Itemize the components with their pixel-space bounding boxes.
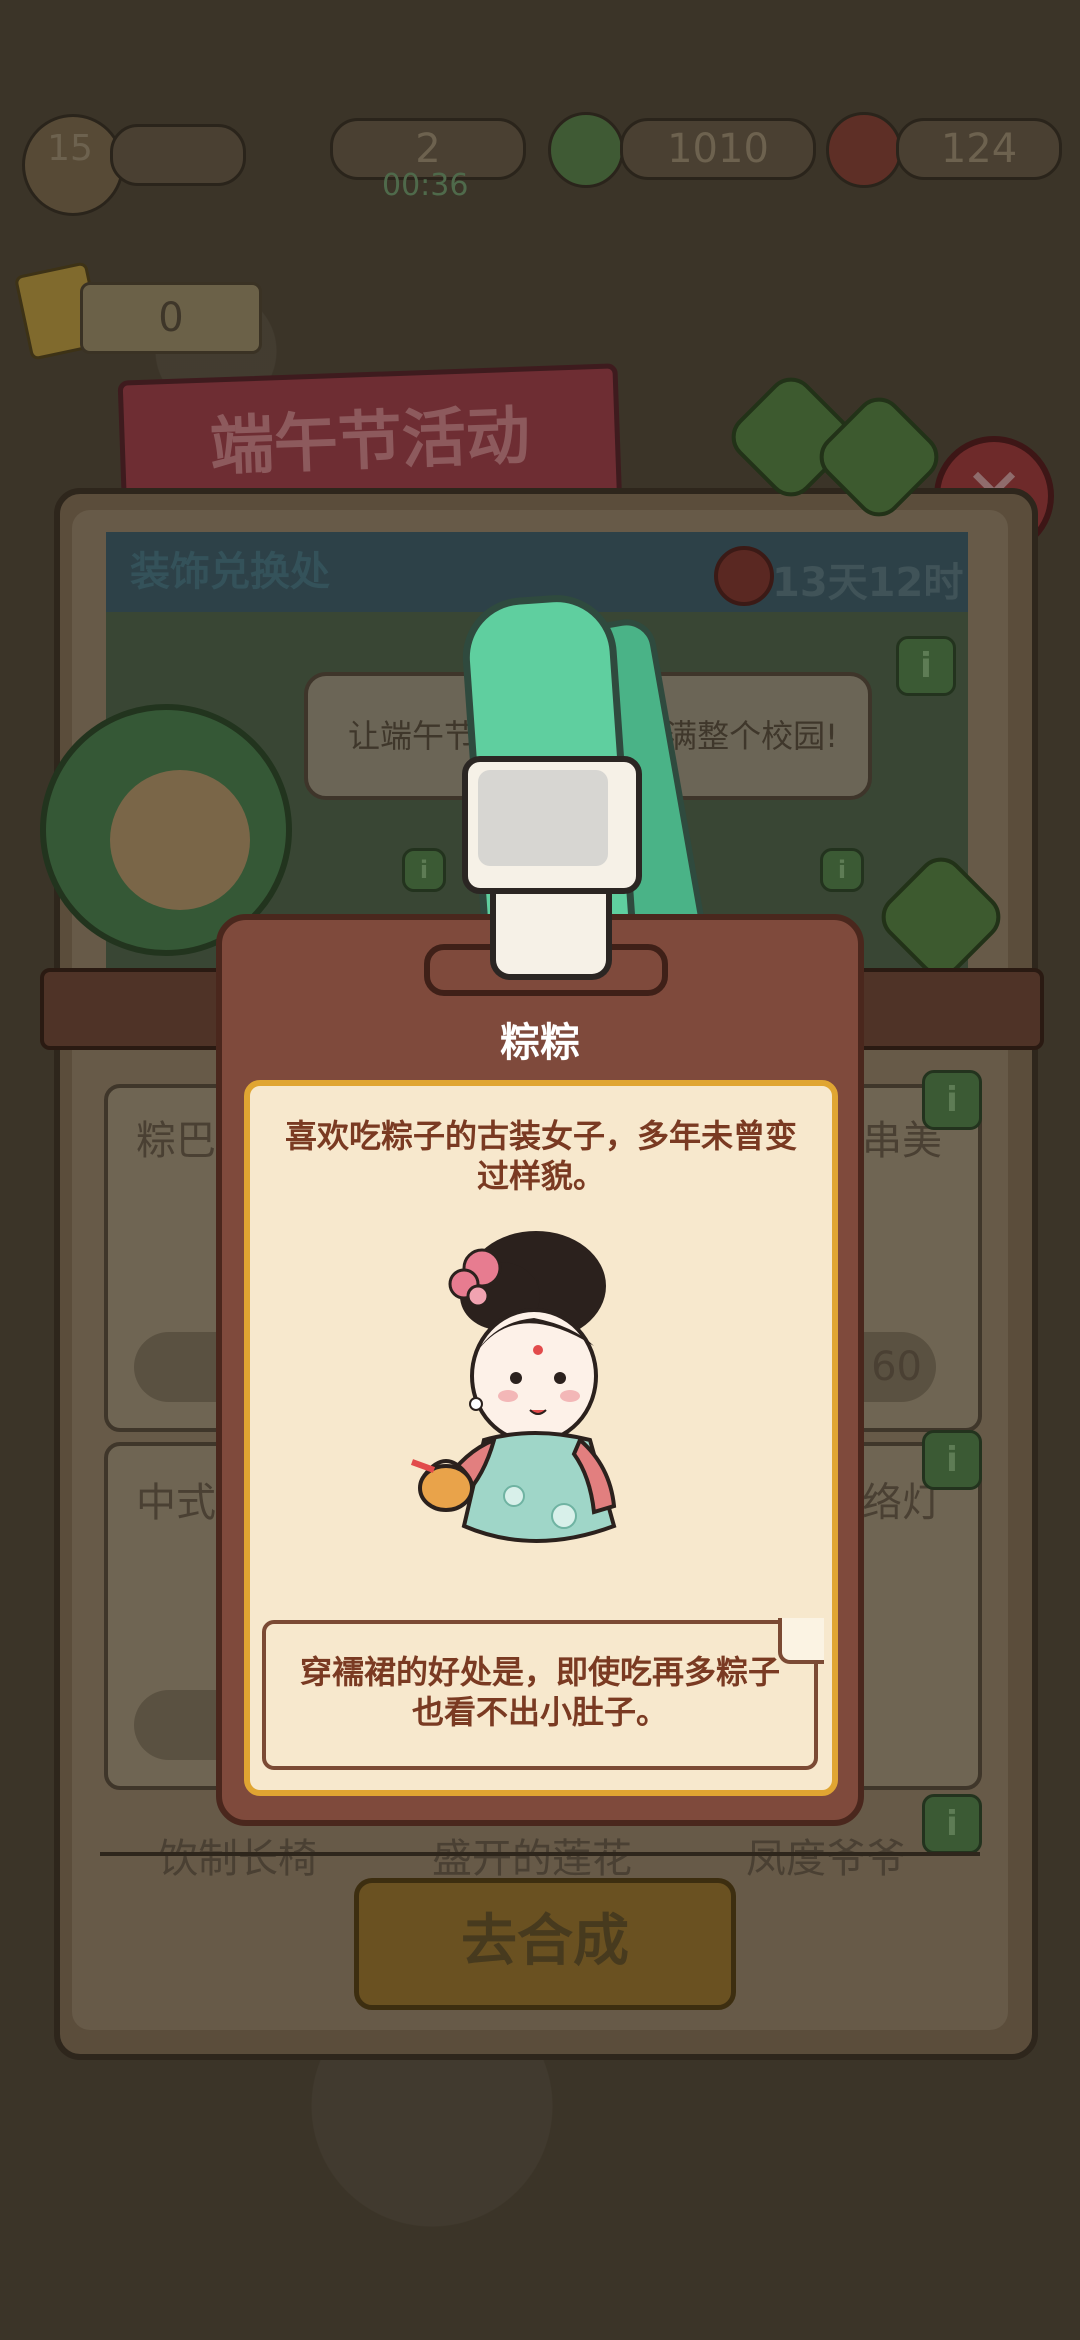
lanyard-clip-window — [478, 770, 608, 866]
character-description: 喜欢吃粽子的古装女子，多年未曾变过样貌。 — [284, 1117, 797, 1195]
speech-right: 满整个校园! — [665, 717, 838, 755]
gem-pill[interactable]: 124 — [896, 118, 1062, 180]
item-card-price: 60 — [871, 1344, 922, 1390]
character-note-text: 穿襦裙的好处是，即使吃再多粽子也看不出小肚子。 — [299, 1653, 780, 1731]
level-value: 15 — [47, 128, 93, 169]
info-icon[interactable]: i — [820, 848, 864, 892]
energy-timer: 00:36 — [382, 168, 469, 203]
info-icon[interactable]: i — [922, 1430, 982, 1490]
go-synthesize-button[interactable]: 去合成 — [354, 1878, 736, 2010]
info-icon[interactable]: i — [922, 1794, 982, 1854]
gem-value: 124 — [940, 126, 1018, 172]
info-icon[interactable]: i — [402, 848, 446, 892]
ticket-count: 0 — [80, 282, 262, 354]
character-name: 粽粽 — [500, 1020, 580, 1066]
xp-bar — [110, 124, 246, 186]
mascot-face — [110, 770, 250, 910]
cash-icon — [548, 112, 624, 188]
clock-icon — [714, 546, 774, 606]
info-icon[interactable]: i — [896, 636, 956, 696]
cash-pill[interactable]: 1010 — [620, 118, 816, 180]
energy-count: 2 — [415, 126, 441, 172]
event-timer: 13天12时 — [772, 560, 964, 606]
info-icon[interactable]: i — [922, 1070, 982, 1130]
character-illustration — [410, 1231, 617, 1543]
row-divider — [100, 1852, 980, 1856]
cash-value: 1010 — [667, 126, 769, 172]
gem-icon — [826, 112, 902, 188]
item-card-title: 粽巴 — [136, 1118, 216, 1164]
item-card-title: 中式 — [136, 1480, 216, 1526]
speech-left: 让端午节 — [348, 717, 477, 755]
